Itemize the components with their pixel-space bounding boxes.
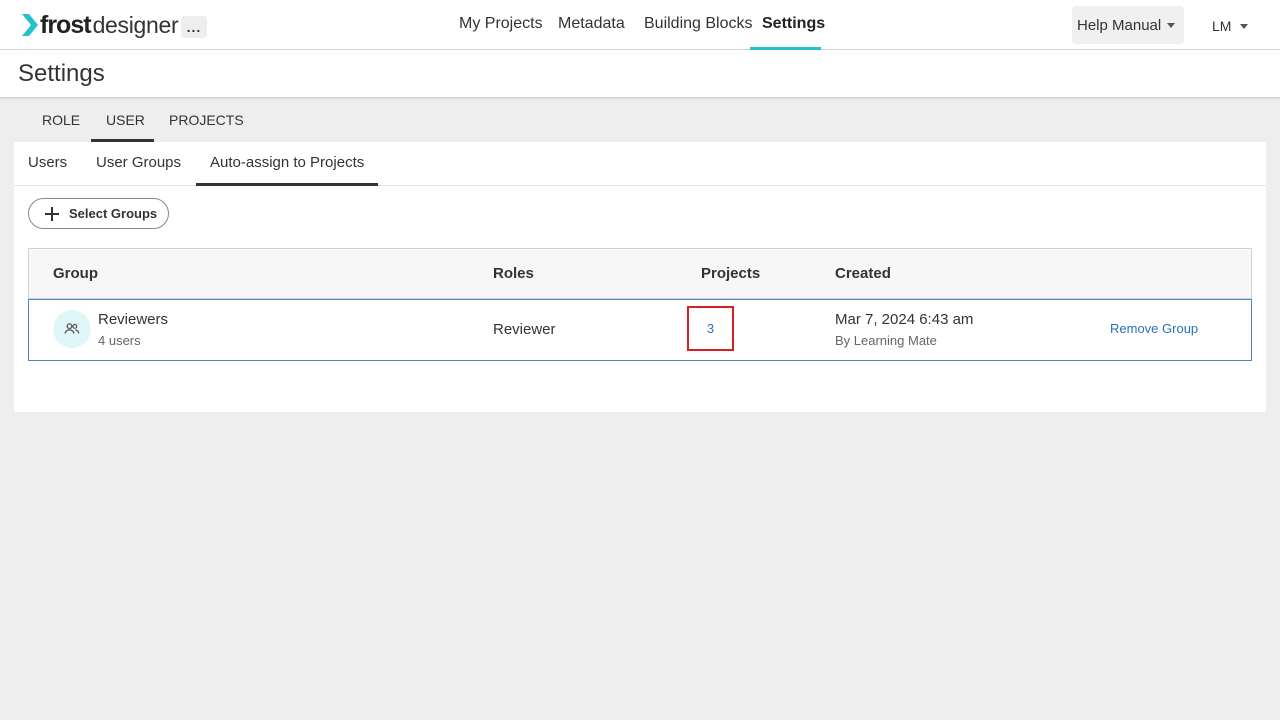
sub-tab-bar: Users User Groups Auto-assign to Project… xyxy=(14,142,1266,186)
settings-panel: Users User Groups Auto-assign to Project… xyxy=(14,142,1266,412)
nav-my-projects[interactable]: My Projects xyxy=(459,0,543,50)
projects-count: 3 xyxy=(706,321,715,336)
chevron-down-icon xyxy=(1240,23,1249,29)
remove-group-link[interactable]: Remove Group xyxy=(1110,321,1198,336)
projects-count-link[interactable]: 3 xyxy=(687,306,734,351)
tab-user[interactable]: USER xyxy=(106,98,145,142)
group-icon xyxy=(64,323,80,334)
created-by: By Learning Mate xyxy=(835,333,937,348)
nav-building-blocks[interactable]: Building Blocks xyxy=(644,0,753,50)
page-title: Settings xyxy=(18,60,105,87)
tab-role[interactable]: ROLE xyxy=(42,98,80,142)
ellipsis-icon: ... xyxy=(186,19,202,35)
plus-icon xyxy=(45,206,59,221)
more-options-button[interactable]: ... xyxy=(181,16,207,38)
tab-projects[interactable]: PROJECTS xyxy=(169,98,244,142)
user-menu-dropdown[interactable]: LM xyxy=(1212,16,1249,36)
nav-settings[interactable]: Settings xyxy=(762,0,825,50)
subtab-user-groups[interactable]: User Groups xyxy=(96,142,181,185)
logo-text-bold: frost xyxy=(40,11,92,39)
created-date: Mar 7, 2024 6:43 am xyxy=(835,311,974,328)
column-header-created: Created xyxy=(835,265,891,282)
logo-chevron-icon xyxy=(22,14,38,36)
chevron-down-icon xyxy=(1167,22,1176,28)
table-row[interactable]: Reviewers 4 users Reviewer 3 Mar 7, 2024… xyxy=(28,299,1252,361)
top-navbar: frost designer ... My Projects Metadata … xyxy=(0,0,1280,50)
page-header: Settings xyxy=(0,50,1280,98)
group-user-count: 4 users xyxy=(98,333,141,348)
nav-metadata[interactable]: Metadata xyxy=(558,0,625,50)
group-role: Reviewer xyxy=(493,321,556,338)
subtab-auto-assign[interactable]: Auto-assign to Projects xyxy=(210,142,364,185)
help-manual-label: Help Manual xyxy=(1077,16,1162,34)
group-name: Reviewers xyxy=(98,311,169,328)
table-header: Group Roles Projects Created xyxy=(29,249,1251,299)
column-header-roles: Roles xyxy=(493,265,534,282)
select-groups-button[interactable]: Select Groups xyxy=(28,198,169,229)
select-groups-label: Select Groups xyxy=(69,206,158,221)
subtab-active-indicator xyxy=(196,183,378,186)
group-avatar xyxy=(53,310,91,348)
column-header-projects: Projects xyxy=(701,265,761,282)
user-initials: LM xyxy=(1212,18,1232,34)
logo-text-light: designer xyxy=(92,12,179,38)
groups-table: Group Roles Projects Created Reviewers 4… xyxy=(28,248,1252,361)
help-manual-dropdown[interactable]: Help Manual xyxy=(1072,6,1184,44)
frost-designer-logo[interactable]: frost designer xyxy=(20,11,179,39)
subtab-users[interactable]: Users xyxy=(28,142,67,185)
column-header-group: Group xyxy=(53,265,98,282)
